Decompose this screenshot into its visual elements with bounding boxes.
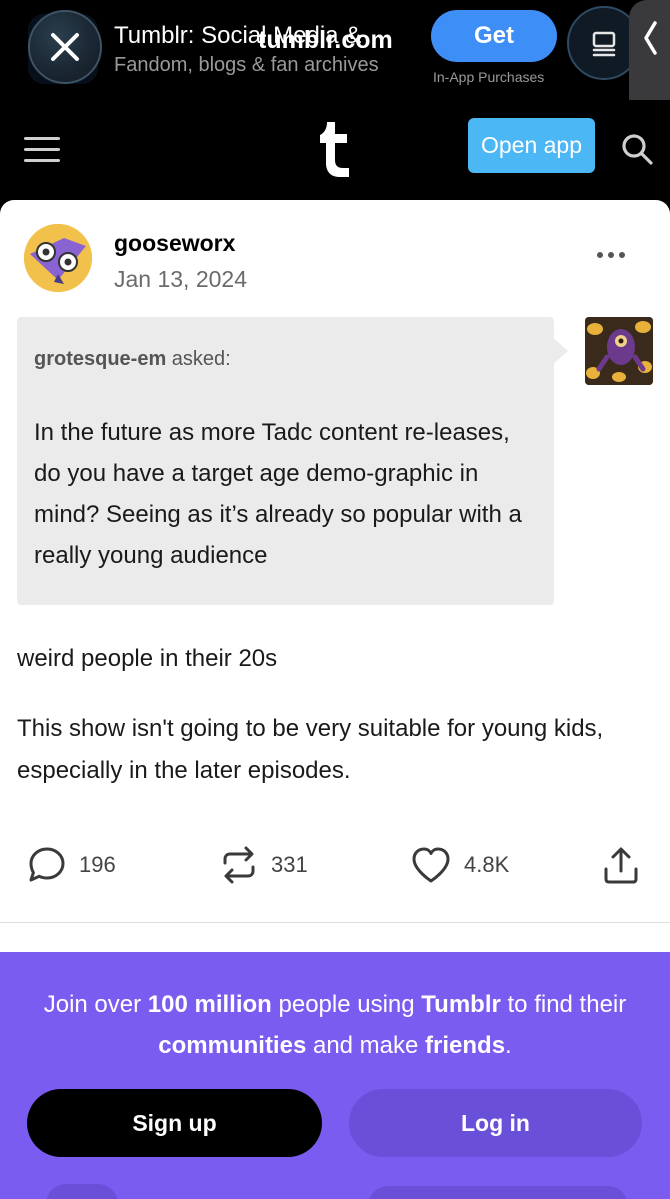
avatar[interactable]	[24, 224, 92, 292]
ask-bubble-tail	[552, 337, 568, 365]
signup-promo: Join over 100 million people using Tumbl…	[0, 952, 670, 1199]
asker-avatar-image	[585, 317, 653, 385]
avatar-image	[24, 224, 92, 292]
smart-app-banner: Tumblr: Social Media & tumblr.com Fandom…	[0, 0, 670, 128]
promo-highlight-communities: communities	[158, 1032, 307, 1059]
promo-highlight-friends: friends	[425, 1032, 506, 1059]
tabs-icon	[592, 31, 616, 57]
reblog-count: 331	[271, 852, 308, 877]
like-count: 4.8K	[464, 852, 510, 877]
more-options-icon[interactable]	[597, 252, 625, 258]
promo-highlight-users: 100 million	[147, 991, 272, 1018]
post-username[interactable]: gooseworx	[114, 230, 235, 257]
post-card: gooseworx Jan 13, 2024 grotesque-em aske…	[0, 200, 670, 960]
tumblr-logo-icon[interactable]	[318, 120, 354, 178]
menu-icon[interactable]	[24, 137, 60, 163]
sign-up-button[interactable]: Sign up	[27, 1089, 322, 1157]
share-action[interactable]	[602, 845, 640, 885]
banner-site-url: tumblr.com	[258, 26, 393, 54]
partial-button-right[interactable]	[368, 1186, 628, 1199]
asked-label: asked:	[166, 348, 231, 370]
log-in-button[interactable]: Log in	[349, 1089, 642, 1157]
post-date: Jan 13, 2024	[114, 266, 248, 292]
get-app-button[interactable]: Get	[431, 10, 557, 62]
close-banner-button[interactable]	[28, 10, 102, 84]
in-app-purchases-label: In-App Purchases	[433, 69, 545, 85]
reply-count: 196	[79, 852, 116, 877]
close-icon	[51, 33, 79, 61]
heart-icon	[412, 847, 450, 883]
promo-highlight-brand: Tumblr	[421, 991, 501, 1018]
promo-text: Join over 100 million people using Tumbl…	[43, 991, 627, 1059]
reblog-icon	[223, 846, 255, 884]
answer-paragraph-2: This show isn't going to be very suitabl…	[17, 715, 604, 784]
ask-question-text: In the future as more Tadc content re-le…	[34, 419, 522, 569]
asker-name[interactable]: grotesque-em	[34, 348, 166, 370]
chevron-left-icon	[644, 21, 657, 55]
reply-action[interactable]: 196	[27, 845, 116, 885]
reblog-action[interactable]: 331	[219, 845, 308, 885]
post-divider	[0, 922, 670, 923]
asker-avatar[interactable]	[585, 317, 653, 385]
partial-button-left[interactable]	[46, 1184, 118, 1199]
asker-line: grotesque-em asked:	[34, 348, 231, 371]
comment-icon	[29, 847, 65, 882]
search-icon[interactable]	[620, 132, 654, 166]
open-app-button[interactable]: Open app	[468, 118, 595, 173]
share-icon	[604, 847, 638, 884]
answer-paragraph-1: weird people in their 20s	[17, 645, 278, 672]
banner-subtitle: Fandom, blogs & fan archives	[114, 54, 379, 76]
post-actions: 196 331 4.8K	[0, 845, 670, 891]
tumblr-header: Open app	[0, 100, 670, 200]
like-action[interactable]: 4.8K	[410, 845, 509, 885]
